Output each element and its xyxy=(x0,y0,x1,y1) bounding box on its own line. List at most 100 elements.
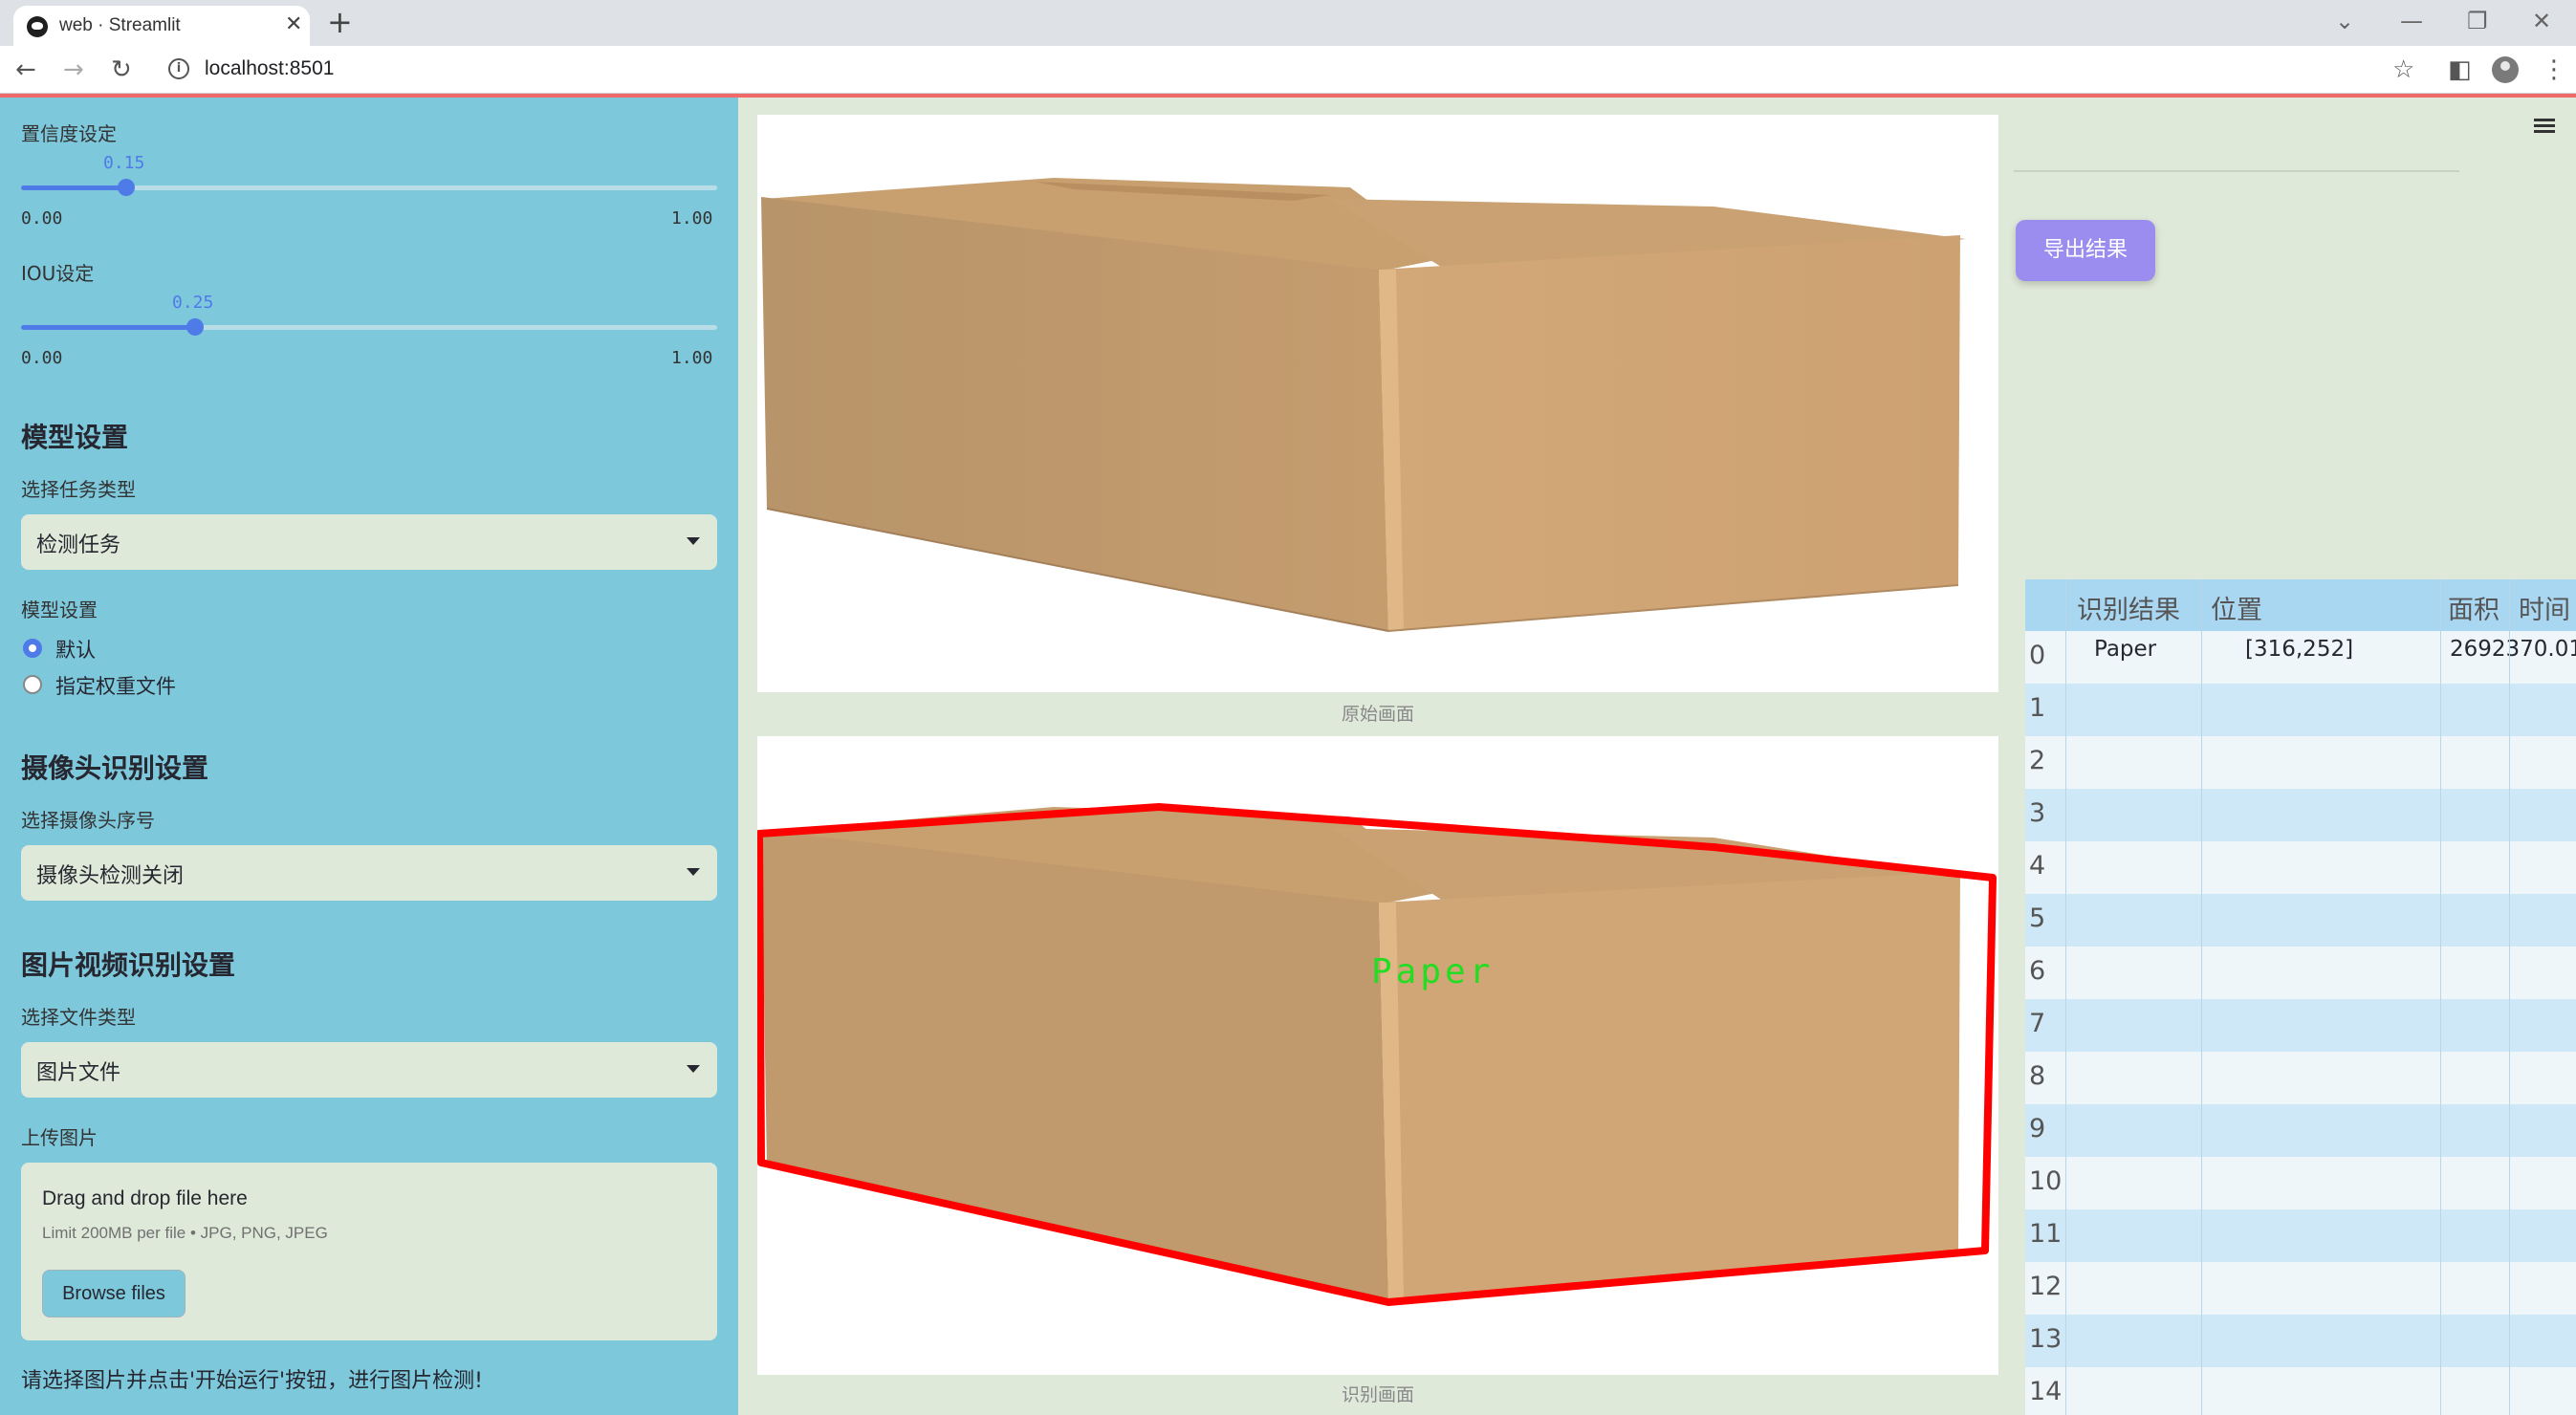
camera-index-label: 选择摄像头序号 xyxy=(21,809,155,832)
row-index: 11 xyxy=(2029,1219,2063,1249)
browser-tab[interactable]: web · Streamlit ✕ xyxy=(13,6,310,46)
table-row[interactable]: 2 xyxy=(2025,736,2576,789)
confidence-min: 0.00 xyxy=(21,208,63,229)
row-index: 7 xyxy=(2029,1009,2046,1038)
col-header-result[interactable]: 识别结果 xyxy=(2077,589,2180,626)
tab-search-chevron-icon[interactable]: ⌄ xyxy=(2335,8,2354,34)
dropzone-title: Drag and drop file here xyxy=(42,1187,248,1209)
browser-tab-bar: web · Streamlit ✕ + ⌄ — ❐ ✕ xyxy=(0,0,2576,46)
model-setting-label: 模型设置 xyxy=(21,599,98,621)
browser-menu-icon[interactable]: ⋮ xyxy=(2542,55,2566,84)
confidence-value: 0.15 xyxy=(103,153,145,173)
streamlit-favicon-icon xyxy=(27,16,48,37)
forward-icon[interactable]: → xyxy=(63,55,84,84)
iou-slider-thumb[interactable] xyxy=(186,318,204,336)
row-index: 14 xyxy=(2029,1377,2063,1406)
dropzone-limit: Limit 200MB per file • JPG, PNG, JPEG xyxy=(42,1224,328,1242)
row-index: 4 xyxy=(2029,851,2046,881)
column-divider xyxy=(2440,579,2441,1415)
table-row[interactable]: 9 xyxy=(2025,1104,2576,1157)
table-row[interactable]: 13 xyxy=(2025,1315,2576,1367)
upload-label: 上传图片 xyxy=(21,1126,98,1149)
reload-icon[interactable]: ↻ xyxy=(111,55,132,84)
column-divider xyxy=(2201,579,2202,1415)
table-row[interactable]: 3 xyxy=(2025,789,2576,841)
site-info-icon[interactable]: i xyxy=(168,58,189,79)
row-index: 3 xyxy=(2029,798,2046,828)
browse-files-button[interactable]: Browse files xyxy=(42,1270,186,1317)
radio-custom-weights-label[interactable]: 指定权重文件 xyxy=(55,671,176,700)
cell-position: [316,252] xyxy=(2245,637,2354,662)
file-dropzone[interactable]: Drag and drop file here Limit 200MB per … xyxy=(21,1163,717,1340)
table-row[interactable]: 5 xyxy=(2025,894,2576,947)
new-tab-icon[interactable]: + xyxy=(327,6,353,38)
cell-result: Paper xyxy=(2094,637,2157,662)
row-index: 6 xyxy=(2029,956,2046,986)
col-header-time[interactable]: 时间 xyxy=(2519,589,2570,626)
radio-default-label[interactable]: 默认 xyxy=(55,635,96,664)
row-index: 2 xyxy=(2029,746,2046,775)
original-caption: 原始画面 xyxy=(1341,704,1414,725)
col-header-area[interactable]: 面积 xyxy=(2448,589,2500,626)
side-panel-icon[interactable]: ◧ xyxy=(2448,55,2472,84)
result-image: Paper xyxy=(755,736,1998,1375)
file-type-select[interactable]: 图片文件 xyxy=(21,1042,717,1098)
table-header: 识别结果 位置 面积 时间 xyxy=(2025,579,2576,631)
table-row[interactable]: 10 xyxy=(2025,1157,2576,1209)
detection-label: Paper xyxy=(1371,952,1495,991)
cell-area: 2692370.01 xyxy=(2450,637,2576,662)
camera-select[interactable]: 摄像头检测关闭 xyxy=(21,845,717,901)
camera-section-title: 摄像头识别设置 xyxy=(21,752,209,784)
table-row[interactable]: 0 Paper [316,252] 2692370.01 xyxy=(2025,631,2576,684)
profile-avatar-icon[interactable] xyxy=(2492,56,2519,83)
confidence-slider[interactable] xyxy=(21,179,717,196)
column-divider xyxy=(2065,579,2066,1415)
result-caption: 识别画面 xyxy=(1341,1384,1414,1405)
iou-min: 0.00 xyxy=(21,348,63,368)
iou-slider-fill xyxy=(21,325,195,330)
table-row[interactable]: 4 xyxy=(2025,841,2576,894)
detection-result-image xyxy=(755,803,1997,1306)
confidence-max: 1.00 xyxy=(671,208,713,229)
confidence-slider-fill xyxy=(21,185,126,190)
url-field[interactable]: localhost:8501 xyxy=(205,57,334,80)
row-index: 8 xyxy=(2029,1061,2046,1091)
results-table[interactable]: 识别结果 位置 面积 时间 0 Paper [316,252] 2692370.… xyxy=(2025,579,2576,1415)
table-row[interactable]: 7 xyxy=(2025,999,2576,1052)
camera-select-value: 摄像头检测关闭 xyxy=(36,864,185,888)
back-icon[interactable]: ← xyxy=(15,55,36,84)
confidence-label: 置信度设定 xyxy=(21,122,117,145)
row-index: 9 xyxy=(2029,1114,2046,1143)
table-row[interactable]: 11 xyxy=(2025,1209,2576,1262)
bookmark-star-icon[interactable]: ☆ xyxy=(2392,55,2414,84)
table-row[interactable]: 1 xyxy=(2025,684,2576,736)
table-row[interactable]: 12 xyxy=(2025,1262,2576,1315)
tab-title: web · Streamlit xyxy=(59,15,181,35)
iou-slider[interactable] xyxy=(21,318,717,336)
col-header-position[interactable]: 位置 xyxy=(2211,589,2262,626)
iou-label: IOU设定 xyxy=(21,262,95,285)
hamburger-menu-icon[interactable] xyxy=(2534,119,2555,134)
radio-default[interactable] xyxy=(23,639,42,658)
row-index: 12 xyxy=(2029,1272,2063,1301)
chevron-down-icon xyxy=(687,1065,700,1073)
sidebar: 置信度设定 0.15 0.00 1.00 IOU设定 0.25 0.00 1.0… xyxy=(0,98,738,1415)
export-results-button[interactable]: 导出结果 xyxy=(2016,220,2155,281)
cardboard-box-image xyxy=(761,178,1966,632)
task-type-label: 选择任务类型 xyxy=(21,478,136,501)
confidence-slider-thumb[interactable] xyxy=(118,179,135,196)
table-row[interactable]: 6 xyxy=(2025,947,2576,999)
window-close-icon[interactable]: ✕ xyxy=(2532,8,2551,34)
task-type-select[interactable]: 检测任务 xyxy=(21,514,717,570)
table-row[interactable]: 8 xyxy=(2025,1052,2576,1104)
chevron-down-icon xyxy=(687,537,700,545)
table-row[interactable]: 14 xyxy=(2025,1367,2576,1415)
row-index: 1 xyxy=(2029,693,2046,723)
tab-close-icon[interactable]: ✕ xyxy=(285,12,302,37)
radio-custom-weights[interactable] xyxy=(23,675,42,694)
divider xyxy=(2014,170,2459,172)
minimize-icon[interactable]: — xyxy=(2400,8,2423,34)
row-index: 13 xyxy=(2029,1324,2063,1354)
original-image xyxy=(757,115,1998,692)
restore-icon[interactable]: ❐ xyxy=(2467,8,2488,34)
